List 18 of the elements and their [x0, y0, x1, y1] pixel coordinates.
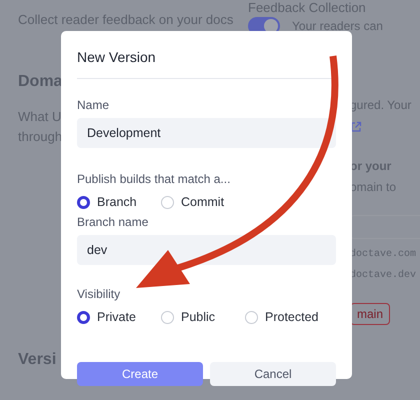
radio-button[interactable]: [77, 310, 90, 324]
dialog-title: New Version: [77, 49, 157, 65]
field-label: Publish builds that match a...: [77, 172, 232, 186]
field-label: Name: [77, 98, 110, 112]
radio-label: Public: [181, 310, 216, 324]
section-heading: Doma: [18, 73, 62, 91]
radio-label: Branch: [97, 195, 137, 209]
radio-label: Protected: [265, 310, 319, 324]
radio-label: Private: [97, 310, 136, 324]
radio-button[interactable]: [77, 196, 90, 208]
section-heading: Versi: [18, 351, 56, 369]
input-field[interactable]: Development: [77, 118, 336, 148]
input-field[interactable]: dev: [77, 235, 336, 265]
cancel-button[interactable]: Cancel: [210, 362, 336, 386]
field-label: Branch name: [77, 215, 150, 229]
external-link-icon[interactable]: [350, 121, 362, 133]
field-label: Visibility: [77, 287, 122, 301]
radio-label: Commit: [181, 195, 224, 209]
